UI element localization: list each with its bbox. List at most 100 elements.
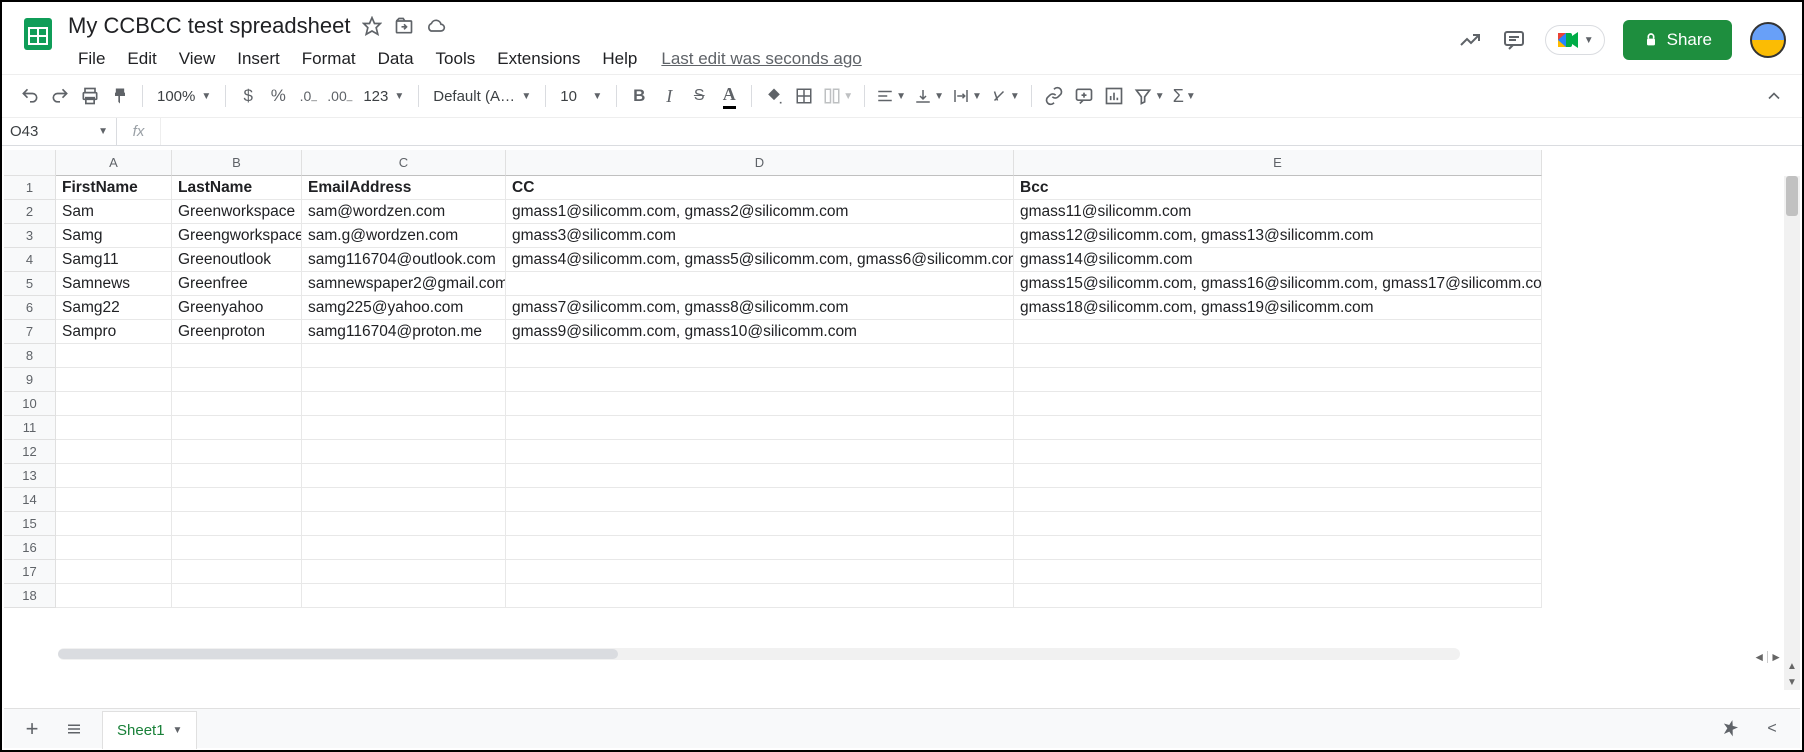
cell[interactable] xyxy=(56,392,172,416)
row-header[interactable]: 15 xyxy=(4,512,56,536)
cell[interactable] xyxy=(1014,320,1542,344)
column-header[interactable]: E xyxy=(1014,150,1542,176)
column-header[interactable]: A xyxy=(56,150,172,176)
cell[interactable]: samg225@yahoo.com xyxy=(302,296,506,320)
cell[interactable]: Samg22 xyxy=(56,296,172,320)
cell[interactable]: samnewspaper2@gmail.com xyxy=(302,272,506,296)
menu-tools[interactable]: Tools xyxy=(426,47,486,71)
cell[interactable] xyxy=(56,344,172,368)
fill-color-button[interactable] xyxy=(760,82,788,110)
menu-file[interactable]: File xyxy=(68,47,115,71)
column-header[interactable]: B xyxy=(172,150,302,176)
insert-chart-button[interactable] xyxy=(1100,82,1128,110)
cell[interactable] xyxy=(1014,560,1542,584)
text-color-button[interactable]: A xyxy=(715,82,743,110)
cell[interactable]: Samnews xyxy=(56,272,172,296)
last-edit-link[interactable]: Last edit was seconds ago xyxy=(661,49,861,69)
horizontal-scrollbar[interactable] xyxy=(58,648,1460,660)
spreadsheet-grid[interactable]: ABCDE1FirstNameLastNameEmailAddressCCBcc… xyxy=(4,150,1800,708)
cell[interactable]: Greenfree xyxy=(172,272,302,296)
account-avatar[interactable] xyxy=(1750,22,1786,58)
cell[interactable]: Sampro xyxy=(56,320,172,344)
cell[interactable] xyxy=(172,488,302,512)
cell[interactable]: FirstName xyxy=(56,176,172,200)
cell[interactable]: Samg xyxy=(56,224,172,248)
move-icon[interactable] xyxy=(394,16,414,36)
menu-extensions[interactable]: Extensions xyxy=(487,47,590,71)
cell[interactable]: EmailAddress xyxy=(302,176,506,200)
text-wrap-button[interactable]: ▼ xyxy=(949,82,985,110)
insert-comment-button[interactable] xyxy=(1070,82,1098,110)
strikethrough-button[interactable]: S xyxy=(685,82,713,110)
cell[interactable]: gmass18@silicomm.com, gmass19@silicomm.c… xyxy=(1014,296,1542,320)
menu-view[interactable]: View xyxy=(169,47,226,71)
row-header[interactable]: 11 xyxy=(4,416,56,440)
cell[interactable]: gmass12@silicomm.com, gmass13@silicomm.c… xyxy=(1014,224,1542,248)
all-sheets-button[interactable] xyxy=(60,715,88,743)
vertical-scrollbar[interactable]: ▲ ▼ xyxy=(1784,176,1800,690)
row-header[interactable]: 17 xyxy=(4,560,56,584)
redo-button[interactable] xyxy=(46,82,74,110)
cell[interactable] xyxy=(1014,488,1542,512)
cell[interactable] xyxy=(302,536,506,560)
cell[interactable] xyxy=(506,560,1014,584)
increase-decimal-button[interactable]: .00_ xyxy=(324,82,355,110)
cell[interactable]: sam@wordzen.com xyxy=(302,200,506,224)
formula-input[interactable] xyxy=(161,118,1802,145)
cell[interactable] xyxy=(302,344,506,368)
row-header[interactable]: 14 xyxy=(4,488,56,512)
cell[interactable] xyxy=(56,560,172,584)
paint-format-button[interactable] xyxy=(106,82,134,110)
cell[interactable] xyxy=(1014,416,1542,440)
cell[interactable]: samg116704@proton.me xyxy=(302,320,506,344)
cell[interactable] xyxy=(506,392,1014,416)
cell[interactable] xyxy=(302,512,506,536)
cell[interactable] xyxy=(506,368,1014,392)
filter-button[interactable]: ▼ xyxy=(1130,82,1168,110)
cell[interactable] xyxy=(1014,512,1542,536)
cell[interactable] xyxy=(506,272,1014,296)
row-header[interactable]: 12 xyxy=(4,440,56,464)
cell[interactable]: gmass9@silicomm.com, gmass10@silicomm.co… xyxy=(506,320,1014,344)
cell[interactable] xyxy=(506,488,1014,512)
collapse-toolbar-button[interactable] xyxy=(1760,82,1788,110)
cell[interactable]: Bcc xyxy=(1014,176,1542,200)
cell[interactable] xyxy=(302,464,506,488)
cell[interactable] xyxy=(506,584,1014,608)
menu-help[interactable]: Help xyxy=(592,47,647,71)
add-sheet-button[interactable]: + xyxy=(18,715,46,743)
cell[interactable] xyxy=(56,440,172,464)
italic-button[interactable]: I xyxy=(655,82,683,110)
comments-icon[interactable] xyxy=(1501,27,1527,53)
cell[interactable] xyxy=(56,416,172,440)
insert-link-button[interactable] xyxy=(1040,82,1068,110)
decrease-decimal-button[interactable]: .0_ xyxy=(294,82,322,110)
cell[interactable] xyxy=(302,488,506,512)
cell[interactable] xyxy=(172,416,302,440)
cell[interactable] xyxy=(302,392,506,416)
sheets-logo-icon[interactable] xyxy=(18,14,58,54)
horizontal-align-button[interactable]: ▼ xyxy=(873,82,909,110)
cell[interactable] xyxy=(506,512,1014,536)
cell[interactable] xyxy=(1014,368,1542,392)
cell[interactable]: Samg11 xyxy=(56,248,172,272)
cell[interactable] xyxy=(172,368,302,392)
cloud-status-icon[interactable] xyxy=(426,16,446,36)
cell[interactable] xyxy=(56,368,172,392)
row-header[interactable]: 7 xyxy=(4,320,56,344)
percent-button[interactable]: % xyxy=(264,82,292,110)
cell[interactable] xyxy=(302,584,506,608)
font-selector[interactable]: Default (Ari...▼ xyxy=(427,88,537,105)
menu-edit[interactable]: Edit xyxy=(117,47,166,71)
column-header[interactable]: C xyxy=(302,150,506,176)
cell[interactable] xyxy=(506,536,1014,560)
cell[interactable] xyxy=(302,416,506,440)
cell[interactable] xyxy=(56,464,172,488)
cell[interactable]: Greenproton xyxy=(172,320,302,344)
cell[interactable] xyxy=(1014,344,1542,368)
cell[interactable]: gmass15@silicomm.com, gmass16@silicomm.c… xyxy=(1014,272,1542,296)
cell[interactable]: Sam xyxy=(56,200,172,224)
star-icon[interactable] xyxy=(362,16,382,36)
cell[interactable] xyxy=(1014,536,1542,560)
cell[interactable] xyxy=(172,584,302,608)
